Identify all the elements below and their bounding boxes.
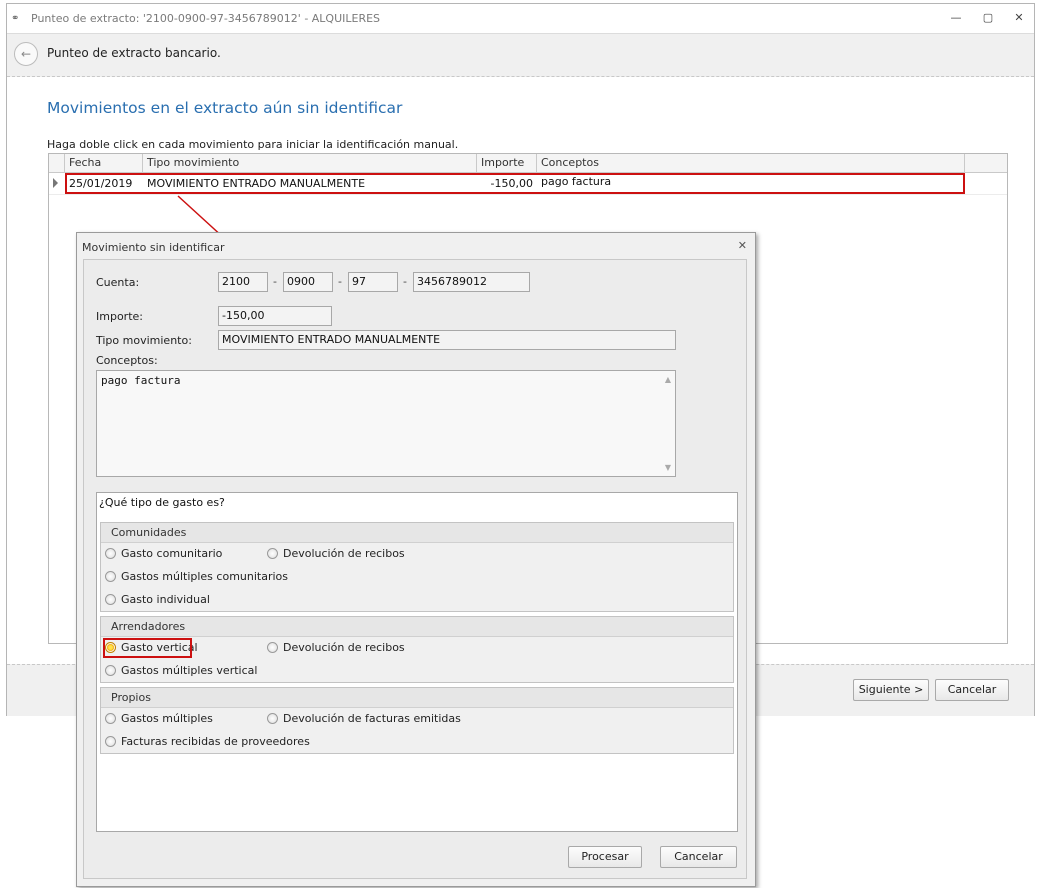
radio-circle: [105, 713, 116, 724]
radio-circle: [267, 713, 278, 724]
group-title: Comunidades: [111, 526, 187, 539]
radio-label: Gastos múltiples vertical: [121, 664, 258, 677]
radio-circle: [105, 665, 116, 676]
dialog-title: Movimiento sin identificar: [82, 241, 225, 254]
title-bar: ⚭ Punteo de extracto: '2100-0900-97-3456…: [7, 4, 1034, 32]
grid-header: Fecha Tipo movimiento Importe Conceptos: [49, 154, 1007, 173]
radio-circle: [105, 571, 116, 582]
group-header: Propios: [101, 688, 733, 708]
cuenta-separator: -: [403, 275, 407, 288]
group-header: Arrendadores: [101, 617, 733, 637]
group-header: Comunidades: [101, 523, 733, 543]
importe-field[interactable]: -150,00: [218, 306, 332, 326]
radio-label: Gastos múltiples comunitarios: [121, 570, 288, 583]
restore-button[interactable]: ▢: [979, 10, 997, 26]
grid-corner: [49, 154, 65, 172]
next-button[interactable]: Siguiente >: [853, 679, 929, 701]
header-band: ← Punteo de extracto bancario.: [7, 33, 1034, 77]
cuenta-separator: -: [273, 275, 277, 288]
conceptos-memo[interactable]: pago factura ▲ ▼: [96, 370, 676, 477]
scroll-up-icon[interactable]: ▲: [665, 375, 671, 384]
column-header-fecha[interactable]: Fecha: [65, 154, 143, 172]
radio-circle: [105, 594, 116, 605]
group-title: Propios: [111, 691, 151, 704]
importe-label: Importe:: [96, 310, 143, 323]
cuenta-oficina-field[interactable]: 0900: [283, 272, 333, 292]
dialog-body: Cuenta: 2100 - 0900 - 97 - 3456789012 Im…: [83, 259, 747, 879]
conceptos-text: pago factura: [101, 374, 181, 387]
back-arrow-icon[interactable]: ←: [14, 42, 38, 66]
group-title: Arrendadores: [111, 620, 186, 633]
section-title: Movimientos en el extracto aún sin ident…: [47, 99, 403, 117]
radio-highlight-box: [103, 638, 192, 658]
cuenta-separator: -: [338, 275, 342, 288]
link-icon: ⚭: [11, 13, 20, 24]
expense-question: ¿Qué tipo de gasto es?: [99, 496, 225, 509]
close-button[interactable]: ✕: [1010, 10, 1028, 26]
minimize-button[interactable]: —: [947, 10, 965, 26]
radio-label: Devolución de recibos: [283, 641, 405, 654]
radio-circle: [105, 736, 116, 747]
cuenta-dc-field[interactable]: 97: [348, 272, 398, 292]
cuenta-numero-field[interactable]: 3456789012: [413, 272, 530, 292]
expense-type-panel: ¿Qué tipo de gasto es? Comunidades Gasto…: [96, 492, 738, 832]
column-header-tipo[interactable]: Tipo movimiento: [143, 154, 477, 172]
radio-label: Devolución de facturas emitidas: [283, 712, 461, 725]
radio-circle: [267, 548, 278, 559]
cuenta-label: Cuenta:: [96, 276, 140, 289]
instruction-text: Haga doble click en cada movimiento para…: [47, 138, 459, 151]
column-header-filler: [965, 154, 1007, 172]
radio-label: Gasto individual: [121, 593, 210, 606]
row-highlight-box: [65, 173, 965, 194]
header-title: Punteo de extracto bancario.: [47, 46, 221, 60]
cuenta-entidad-field[interactable]: 2100: [218, 272, 268, 292]
dialog-cancel-button[interactable]: Cancelar: [660, 846, 737, 868]
scroll-down-icon[interactable]: ▼: [665, 463, 671, 472]
radio-label: Gasto comunitario: [121, 547, 223, 560]
radio-label: Facturas recibidas de proveedores: [121, 735, 310, 748]
column-header-conceptos[interactable]: Conceptos: [537, 154, 965, 172]
process-button[interactable]: Procesar: [568, 846, 642, 868]
radio-circle: [267, 642, 278, 653]
identify-movement-dialog: Movimiento sin identificar ✕ Cuenta: 210…: [76, 232, 756, 887]
row-indicator-icon: [53, 178, 58, 188]
tipo-movimiento-field[interactable]: MOVIMIENTO ENTRADO MANUALMENTE: [218, 330, 676, 350]
dialog-close-icon[interactable]: ✕: [738, 239, 747, 252]
radio-circle: [105, 548, 116, 559]
column-header-importe[interactable]: Importe: [477, 154, 537, 172]
window-title: Punteo de extracto: '2100-0900-97-345678…: [31, 12, 381, 25]
group-comunidades: Comunidades Gasto comunitario Devolución…: [100, 522, 734, 612]
conceptos-label: Conceptos:: [96, 354, 158, 367]
group-arrendadores: Arrendadores Gasto vertical Devolución d…: [100, 616, 734, 683]
radio-label: Devolución de recibos: [283, 547, 405, 560]
group-propios: Propios Gastos múltiples Devolución de f…: [100, 687, 734, 754]
cancel-button[interactable]: Cancelar: [935, 679, 1009, 701]
tipo-movimiento-label: Tipo movimiento:: [96, 334, 192, 347]
radio-label: Gastos múltiples: [121, 712, 213, 725]
